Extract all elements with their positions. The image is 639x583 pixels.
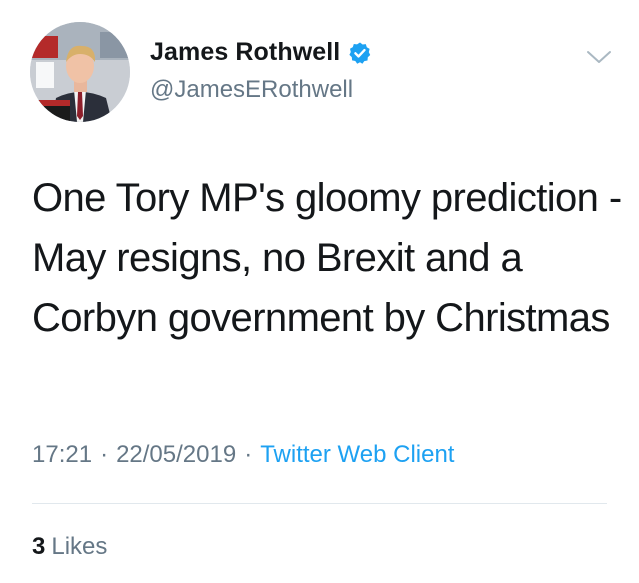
verified-badge-icon [349, 42, 371, 64]
chevron-down-icon[interactable] [584, 46, 614, 68]
separator-dot: · [100, 441, 109, 468]
avatar-image [30, 22, 130, 122]
author-name-row: James Rothwell [150, 38, 372, 67]
author-display-name[interactable]: James Rothwell [150, 38, 340, 67]
tweet-date[interactable]: 22/05/2019 [116, 441, 236, 468]
tweet-time[interactable]: 17:21 [32, 441, 92, 468]
tweet-card: James Rothwell @JamesERothwell One Tory … [0, 0, 639, 583]
likes-stat[interactable]: 3 Likes [32, 533, 107, 561]
author-handle[interactable]: @JamesERothwell [150, 76, 353, 104]
separator-dot: · [244, 441, 253, 468]
likes-count: 3 [32, 533, 46, 560]
divider [32, 503, 607, 504]
tweet-metadata: 17:21 · 22/05/2019 · Twitter Web Client [32, 441, 454, 469]
tweet-source-link[interactable]: Twitter Web Client [260, 441, 454, 468]
tweet-text: One Tory MP's gloomy prediction - May re… [32, 176, 622, 340]
avatar[interactable] [30, 22, 130, 122]
likes-label: Likes [51, 533, 108, 560]
